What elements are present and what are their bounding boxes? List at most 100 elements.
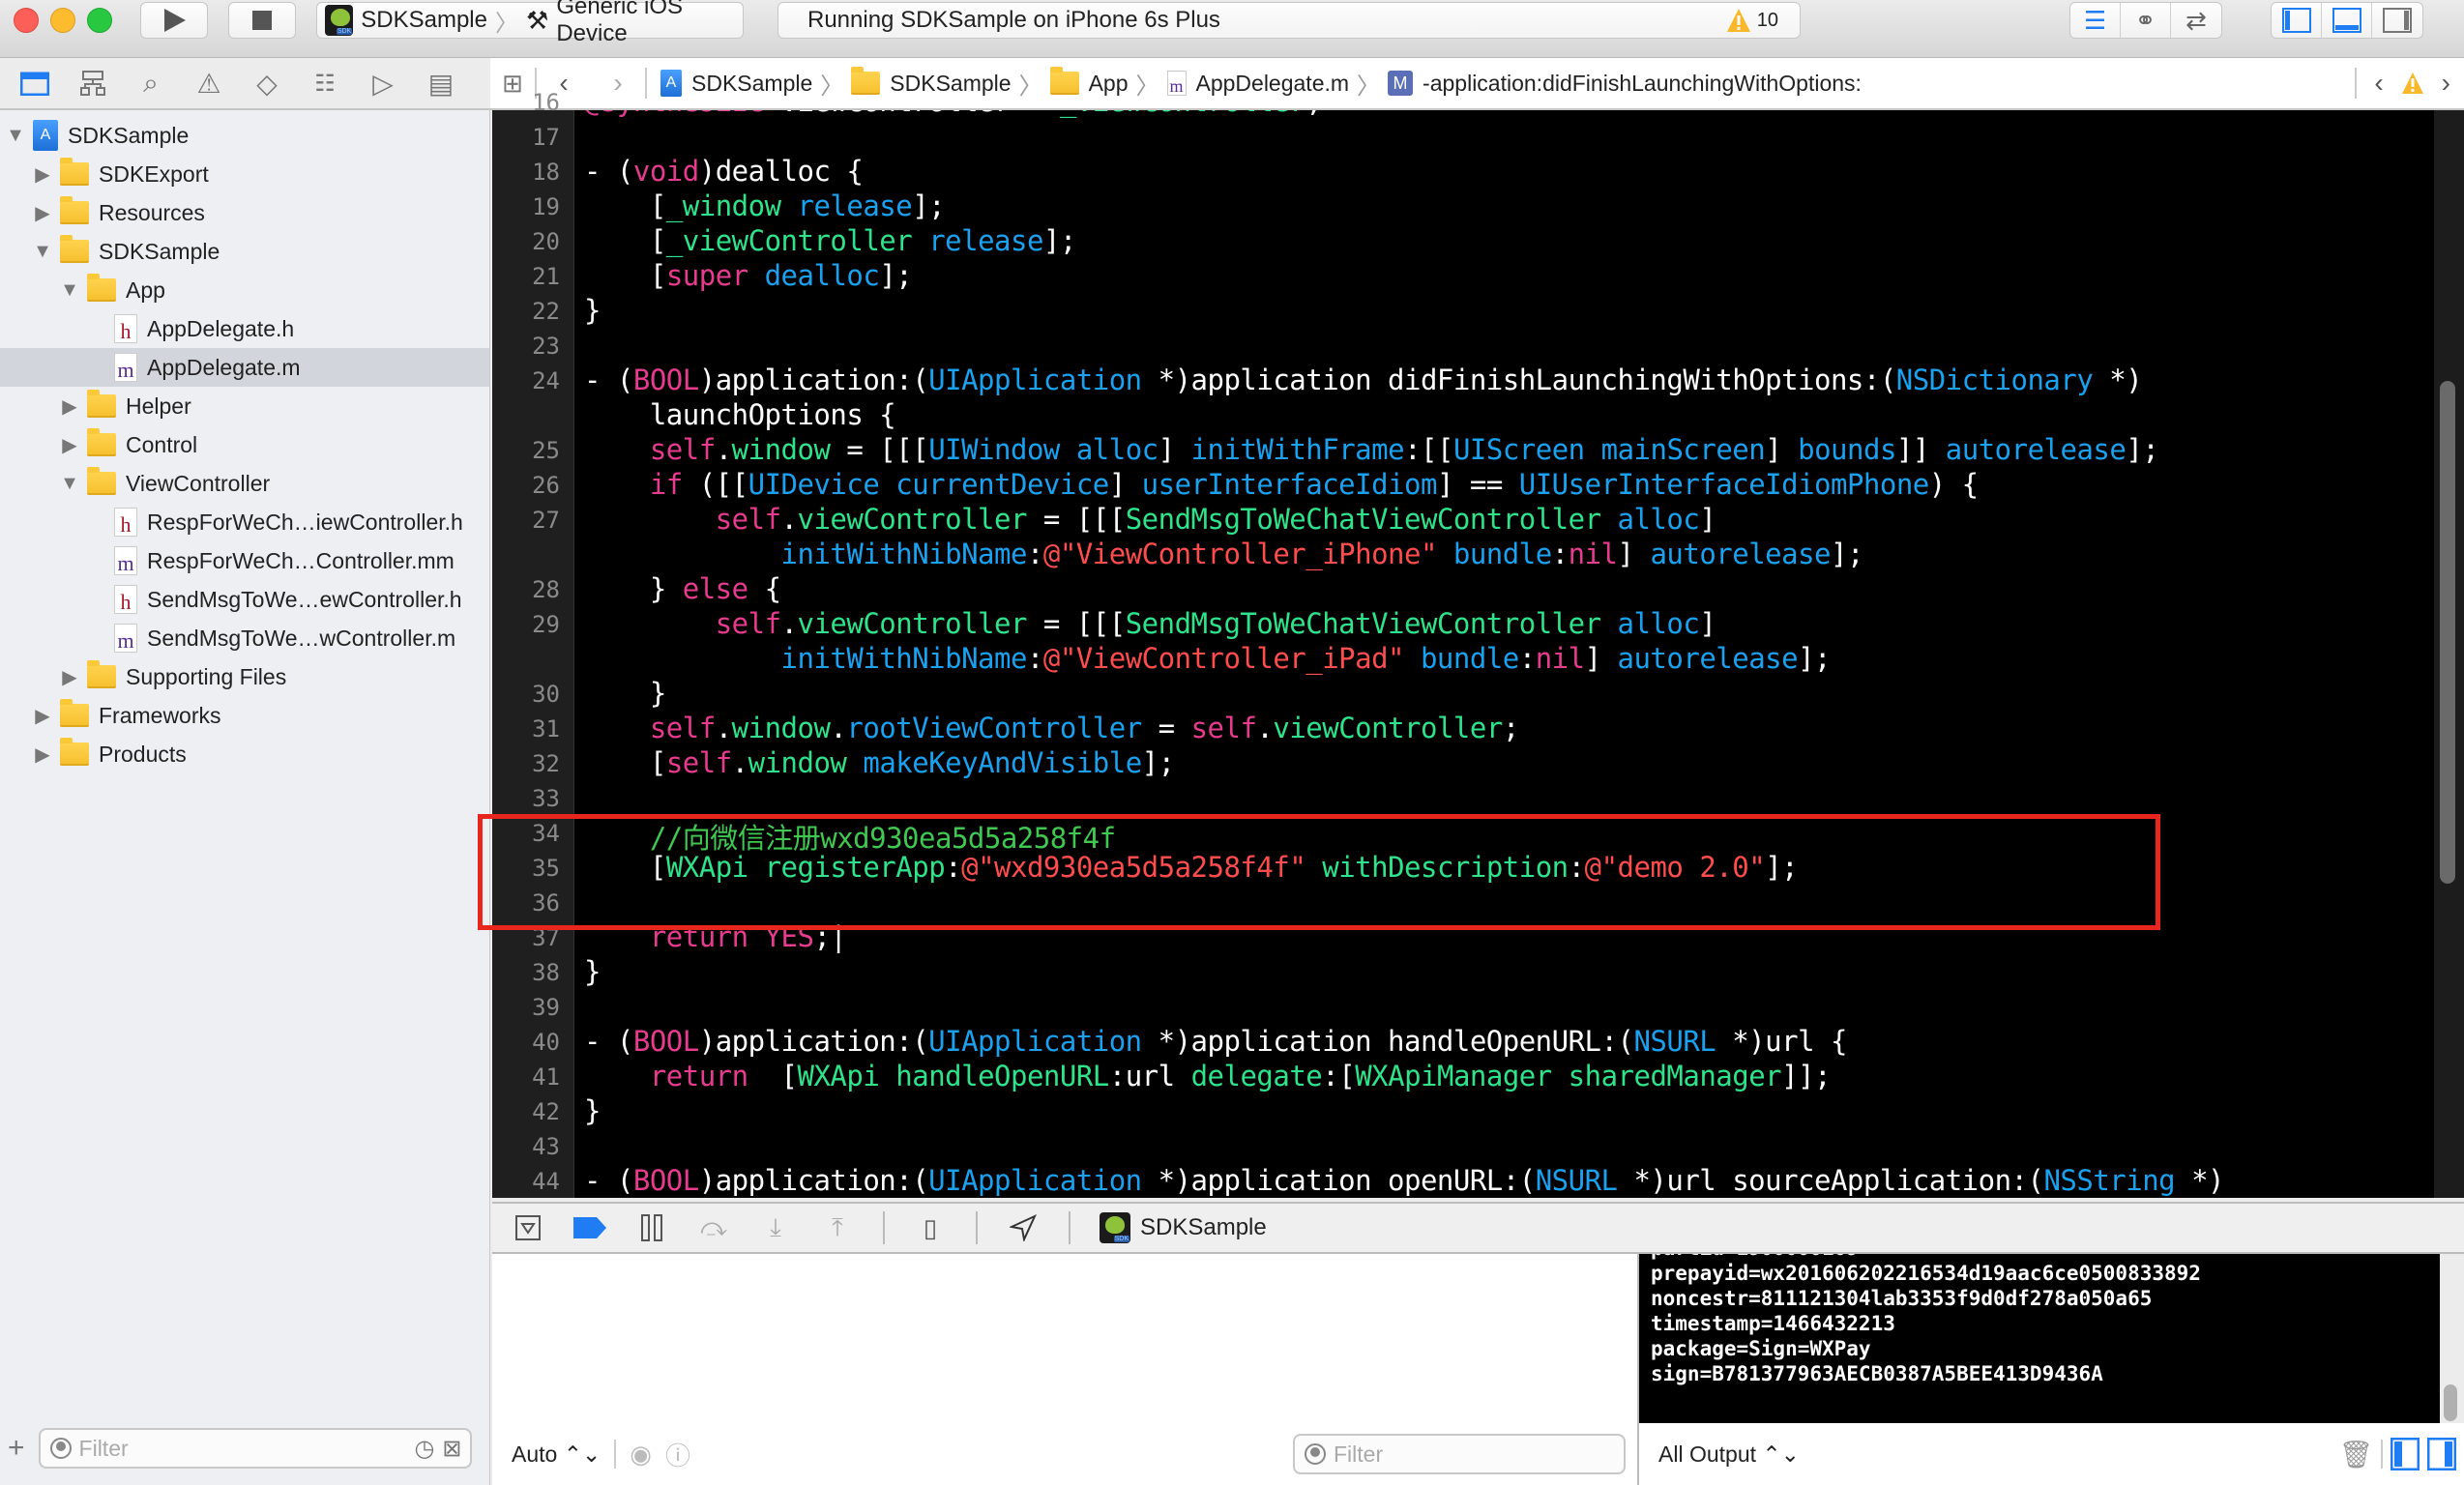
- next-issue-button[interactable]: ›: [2442, 68, 2450, 99]
- tree-item[interactable]: ▶ Supporting Files: [0, 657, 489, 696]
- step-into-button[interactable]: ⤓: [759, 1211, 792, 1244]
- tree-item[interactable]: ▶ Control: [0, 425, 489, 464]
- related-items-button[interactable]: ⊞: [490, 69, 535, 99]
- disclosure-closed-icon[interactable]: ▶: [31, 704, 54, 727]
- stop-button[interactable]: [228, 2, 296, 39]
- step-over-button[interactable]: ⤼: [697, 1211, 730, 1244]
- tree-item[interactable]: ▶ Helper: [0, 387, 489, 425]
- disclosure-closed-icon[interactable]: ▶: [31, 201, 54, 224]
- tree-item[interactable]: m SendMsgToWe…wController.m: [0, 619, 489, 657]
- code-token: alloc: [1617, 607, 1700, 640]
- warning-count[interactable]: 10: [1757, 10, 1778, 32]
- tree-item[interactable]: h AppDelegate.h: [0, 309, 489, 348]
- disclosure-closed-icon[interactable]: ▶: [58, 433, 81, 456]
- source-editor[interactable]: @synthesize viewController = _viewContro…: [574, 110, 2373, 1198]
- code-line: self.window.rootViewController = self.vi…: [584, 712, 1519, 744]
- breadcrumb-folder[interactable]: App: [1046, 67, 1132, 97]
- breadcrumb-project[interactable]: A SDKSample: [657, 70, 816, 97]
- scrollbar-thumb[interactable]: [2444, 1384, 2457, 1421]
- breadcrumb-file[interactable]: m AppDelegate.m: [1163, 71, 1354, 97]
- breakpoint-navigator-tab[interactable]: ▷: [366, 66, 400, 101]
- tree-item[interactable]: ▼ ViewController: [0, 464, 489, 503]
- code-token: ) {: [1928, 468, 1979, 501]
- disclosure-closed-icon[interactable]: ▶: [31, 742, 54, 766]
- debug-area-toggle-button[interactable]: [2322, 3, 2372, 38]
- show-variables-icon[interactable]: [2391, 1438, 2420, 1470]
- disclosure-open-icon[interactable]: ▼: [31, 240, 54, 263]
- report-navigator-tab[interactable]: ▤: [424, 66, 458, 101]
- tree-item-label: AppDelegate.h: [147, 315, 295, 341]
- previous-issue-button[interactable]: ‹: [2374, 68, 2383, 99]
- tree-item[interactable]: ▼ App: [0, 271, 489, 309]
- show-console-icon[interactable]: [2427, 1438, 2456, 1470]
- navigator-filter-field[interactable]: Filter ◷ ⊠: [38, 1428, 472, 1469]
- warning-icon[interactable]: [1726, 8, 1751, 33]
- run-button[interactable]: [140, 2, 208, 39]
- variables-filter-field[interactable]: Filter: [1293, 1434, 1626, 1474]
- add-button[interactable]: +: [8, 1432, 25, 1465]
- editor-scrollbar[interactable]: [2434, 110, 2464, 1198]
- simulate-location-button[interactable]: [1007, 1211, 1040, 1244]
- console-scrollbar[interactable]: [2440, 1254, 2464, 1423]
- disclosure-closed-icon[interactable]: ▶: [58, 665, 81, 688]
- disclosure-closed-icon[interactable]: ▶: [58, 394, 81, 418]
- eye-icon[interactable]: ◉: [630, 1440, 652, 1470]
- utilities-toggle-button[interactable]: [2372, 3, 2422, 38]
- tree-item[interactable]: ▶ Resources: [0, 193, 489, 232]
- scheme-selector[interactable]: SDKSample 〉 ⚒ Generic iOS Device: [316, 0, 744, 46]
- project-navigator-tab[interactable]: [17, 66, 52, 101]
- disclosure-open-icon[interactable]: ▼: [58, 278, 81, 302]
- close-window-button[interactable]: [14, 8, 39, 33]
- zoom-window-button[interactable]: [87, 8, 112, 33]
- pause-button[interactable]: [635, 1211, 668, 1244]
- output-filter-select[interactable]: All Output ⌃⌄: [1658, 1441, 1800, 1468]
- find-navigator-tab[interactable]: ⌕: [133, 66, 168, 101]
- info-icon[interactable]: ⓘ: [665, 1437, 690, 1472]
- assistant-editor-button[interactable]: ⚭: [2121, 3, 2171, 38]
- version-editor-button[interactable]: ⇄: [2171, 3, 2221, 38]
- navigator-toggle-button[interactable]: [2272, 3, 2322, 38]
- breadcrumb-method[interactable]: M -application:didFinishLaunchingWithOpti…: [1384, 71, 1865, 97]
- warning-icon[interactable]: [2401, 72, 2424, 95]
- code-token: window: [731, 712, 831, 744]
- code-token: ]: [1765, 433, 1799, 466]
- code-line: [self.window makeKeyAndVisible];: [584, 746, 1175, 779]
- disclosure-open-icon[interactable]: ▼: [4, 124, 27, 147]
- code-token: rootViewController: [846, 712, 1142, 744]
- issue-navigator-tab[interactable]: ⚠: [191, 66, 226, 101]
- recent-files-icon[interactable]: ◷: [414, 1435, 434, 1463]
- standard-editor-button[interactable]: ☰: [2070, 3, 2121, 38]
- tree-item[interactable]: ▶ Frameworks: [0, 696, 489, 735]
- scrollbar-thumb[interactable]: [2440, 381, 2455, 884]
- disclosure-open-icon[interactable]: ▼: [58, 472, 81, 495]
- debug-navigator-tab[interactable]: ☷: [308, 66, 342, 101]
- breadcrumb-group[interactable]: SDKSample: [847, 67, 1014, 97]
- minimize-window-button[interactable]: [50, 8, 75, 33]
- tree-item[interactable]: ▶ Products: [0, 735, 489, 773]
- tree-item[interactable]: ▼ SDKSample: [0, 232, 489, 271]
- console-line: sign=B781377963AECB0387A5BEE413D9436A: [1651, 1362, 2103, 1385]
- disclosure-closed-icon[interactable]: ▶: [31, 162, 54, 186]
- tree-item[interactable]: m RespForWeCh…Controller.mm: [0, 541, 489, 580]
- view-hierarchy-button[interactable]: ▯: [914, 1211, 947, 1244]
- test-navigator-tab[interactable]: ◇: [249, 66, 284, 101]
- hide-debug-area-button[interactable]: [512, 1211, 544, 1244]
- symbol-navigator-tab[interactable]: [75, 66, 110, 101]
- folder-icon: [87, 467, 116, 495]
- breakpoints-toggle-button[interactable]: [573, 1211, 606, 1244]
- scheme-target[interactable]: SDKSample: [361, 7, 487, 34]
- scheme-device[interactable]: Generic iOS Device: [556, 0, 743, 47]
- tree-item[interactable]: ▼ A SDKSample: [0, 116, 489, 155]
- tree-item[interactable]: m AppDelegate.m: [0, 348, 489, 387]
- tree-item[interactable]: h RespForWeCh…iewController.h: [0, 503, 489, 541]
- console-output[interactable]: partid=1900000109 prepayid=wx201606202216…: [1639, 1254, 2440, 1423]
- forward-button[interactable]: ›: [591, 68, 645, 99]
- tree-item[interactable]: h SendMsgToWe…ewController.h: [0, 580, 489, 619]
- variables-scope-select[interactable]: Auto ⌃⌄: [512, 1441, 601, 1468]
- process-selector[interactable]: SDKSample: [1100, 1212, 1267, 1243]
- tree-item[interactable]: ▶ SDKExport: [0, 155, 489, 193]
- step-out-button[interactable]: ⤒: [821, 1211, 854, 1244]
- unsaved-files-icon[interactable]: ⊠: [442, 1435, 461, 1463]
- trash-icon[interactable]: 🗑: [2338, 1439, 2373, 1470]
